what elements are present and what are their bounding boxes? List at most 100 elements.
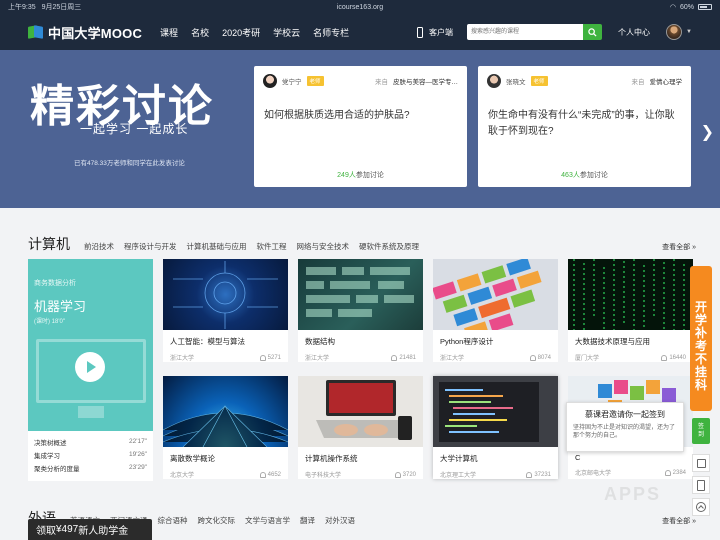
discussion-card[interactable]: 张晓文 老师 来自 爱情心理学 你生命中有没有什么“未完成”的事，让你耿耿于怀到… (478, 66, 691, 187)
teacher-badge: 老师 (530, 76, 548, 86)
course-thumbnail (163, 376, 288, 447)
popup-body: 坚持固为不止是对知识的渴望，还为了那个努力的自己。 (573, 425, 676, 439)
play-button[interactable] (75, 352, 105, 382)
from-label: 来自 (375, 79, 388, 86)
chapter-item[interactable]: 集成学习 19'26" (34, 448, 147, 461)
course-card[interactable]: 人工智能：模型与算法 浙江大学 5271 (163, 259, 288, 362)
section-tab[interactable]: 对外汉语 (325, 515, 355, 526)
learner-count: 3720 (402, 471, 416, 478)
from-label: 来自 (631, 79, 645, 86)
feedback-button[interactable] (692, 454, 710, 472)
course-school: 北京邮电大学 (575, 471, 612, 477)
section-tab-basics[interactable]: 计算机基础与应用 (187, 241, 247, 252)
chapter-time: 23'29" (128, 464, 147, 471)
person-icon (391, 354, 398, 361)
promo-amount: ¥497 (56, 524, 79, 535)
section-tab-software-eng[interactable]: 软件工程 (257, 241, 287, 252)
status-bar: 上午9:35 9月25日周三 icourse163.org ◠ 60% (0, 0, 720, 14)
course-school: 北京大学 (170, 473, 195, 479)
hero-subtitle: 一起学习 一起成长 (80, 122, 189, 136)
discussion-source[interactable]: 爱情心理学 (650, 76, 683, 86)
course-thumbnail (568, 259, 693, 330)
user-avatar (263, 74, 277, 88)
course-card[interactable]: 数据结构 浙江大学 21481 (298, 259, 423, 362)
section-title: 计算机 (28, 236, 70, 252)
course-school: 电子科技大学 (305, 473, 342, 479)
nav-link-teacher-column[interactable]: 名师专栏 (313, 26, 349, 39)
nav-link-kaoyan[interactable]: 2020考研 (222, 26, 260, 39)
learner-count: 4652 (267, 471, 281, 478)
app-download-button[interactable] (692, 476, 710, 494)
edit-icon (696, 458, 706, 468)
banner-char: 科 (694, 378, 707, 392)
phone-icon (417, 26, 424, 38)
sign-char: 签 (697, 424, 704, 430)
person-icon (661, 354, 668, 361)
battery-icon (698, 4, 712, 10)
chevron-right-icon[interactable]: ❯ (701, 122, 714, 142)
participant-count: 463人 (561, 172, 580, 179)
join-label: 参加讨论 (579, 172, 608, 179)
section-tab[interactable]: 翻译 (300, 515, 315, 526)
search-button[interactable] (583, 24, 603, 40)
personal-center-link[interactable]: 个人中心 (618, 27, 650, 38)
section-tab[interactable]: 跨文化交际 (198, 515, 236, 526)
view-all-link[interactable]: 查看全部 » (662, 242, 696, 252)
course-school: 厦门大学 (575, 356, 600, 362)
course-name: 计算机操作系统 (305, 454, 358, 463)
course-thumbnail (298, 259, 423, 330)
status-date: 9月25日周三 (41, 4, 82, 11)
learner-count: 8074 (537, 354, 551, 361)
section-tab[interactable]: 文学与语言学 (245, 515, 290, 526)
course-card[interactable]: 离散数学概论 北京大学 4652 (163, 376, 288, 479)
arrow-up-icon (696, 502, 706, 512)
nav-link-schools[interactable]: 名校 (191, 26, 209, 39)
course-school: 北京理工大学 (440, 473, 477, 479)
learner-count: 5271 (267, 354, 281, 361)
discussion-footer: 463人参加讨论 (478, 170, 691, 180)
section-tab-systems[interactable]: 硬软件系统及原理 (359, 241, 419, 252)
chevron-down-icon[interactable]: ▼ (686, 29, 692, 35)
promo-suffix: 新人助学金 (78, 526, 129, 537)
course-card[interactable]: Python程序设计 浙江大学 8074 (433, 259, 558, 362)
view-all-link[interactable]: 查看全部 » (662, 516, 696, 526)
chapter-time: 19'26" (128, 451, 147, 458)
course-card[interactable]: 大数据技术原理与应用 厦门大学 16440 (568, 259, 693, 362)
chapter-time: 22'17" (128, 438, 147, 445)
logo-text: 中国大学MOOC (48, 25, 143, 41)
course-name: 离散数学概论 (170, 454, 215, 463)
sign-in-popup[interactable]: 慕课君邀请你一起签到 坚持固为不止是对知识的渴望，还为了那个努力的自己。 (566, 402, 684, 452)
featured-title: 机器学习 (34, 299, 87, 314)
course-card[interactable]: 计算机操作系统 电子科技大学 3720 (298, 376, 423, 479)
popup-title: 慕课君邀请你一起签到 (585, 410, 665, 419)
new-user-grant-banner[interactable]: 领取 ¥497 新人助学金 (28, 519, 152, 540)
exam-promo-banner[interactable]: 开 学 补 考 不 挂 科 (690, 266, 712, 411)
section-tab[interactable]: 综合语种 (158, 515, 188, 526)
watermark: APPS (604, 484, 662, 504)
person-icon (394, 471, 401, 478)
discussion-card[interactable]: 党宁宁 老师 来自 皮肤与美容—医学专… 如何根据肤质选用合适的护肤品? 249… (254, 66, 467, 187)
sign-in-button[interactable]: 签 到 (692, 418, 710, 444)
discussion-source[interactable]: 皮肤与美容—医学专… (393, 76, 458, 86)
nav-link-school-cloud[interactable]: 学校云 (273, 26, 300, 39)
featured-course[interactable]: 商务数据分析 机器学习 (课时) 18'0" 决策树概述 22'17" 集成学习 1… (28, 259, 153, 481)
course-school: 浙江大学 (440, 356, 465, 362)
course-school: 浙江大学 (170, 356, 195, 362)
client-download[interactable]: 客户端 (417, 26, 453, 38)
battery-percent: 60% (679, 3, 694, 11)
section-tab-frontier[interactable]: 前沿技术 (84, 241, 114, 252)
hero-banner: 精彩讨论 一起学习 一起成长 已有478.33万老师和同学在此发表讨论 党宁宁 … (0, 50, 720, 208)
site-logo[interactable]: 中国大学MOOC (28, 23, 142, 42)
nav-link-courses[interactable]: 课程 (160, 26, 178, 39)
chapter-item[interactable]: 聚类分析的度量 23'29" (34, 461, 147, 474)
search-icon (588, 27, 597, 37)
chapter-item[interactable]: 决策树概述 22'17" (34, 435, 147, 448)
search-input[interactable] (467, 24, 584, 40)
search-box (467, 24, 603, 40)
wifi-icon: ◠ (669, 4, 676, 11)
learner-count: 21481 (399, 354, 416, 361)
section-tab-programming[interactable]: 程序设计与开发 (124, 241, 177, 252)
user-avatar[interactable] (666, 24, 683, 40)
course-card[interactable]: 大学计算机 北京理工大学 37231 (433, 376, 558, 479)
section-tab-security[interactable]: 网络与安全技术 (297, 241, 350, 252)
